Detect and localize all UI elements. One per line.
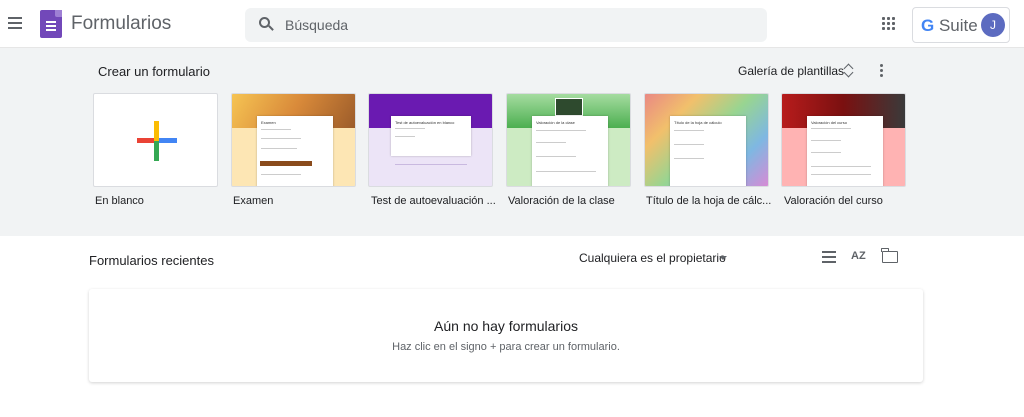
- template-preview: Examen: [257, 116, 333, 186]
- template-class-feedback[interactable]: Valoración de la clase: [506, 93, 631, 187]
- plus-icon: [137, 121, 177, 161]
- empty-state-title: Aún no hay formularios: [434, 318, 578, 334]
- empty-state-subtitle: Haz clic en el signo + para crear un for…: [392, 341, 620, 353]
- sort-az-icon[interactable]: AZ: [851, 250, 866, 262]
- template-label: Valoración de la clase: [508, 195, 615, 207]
- list-view-icon[interactable]: [822, 251, 836, 263]
- template-label: Valoración del curso: [784, 195, 883, 207]
- empty-state-card: Aún no hay formularios Haz clic en el si…: [89, 289, 923, 382]
- create-form-heading: Crear un formulario: [98, 64, 210, 79]
- folder-icon[interactable]: [881, 248, 898, 263]
- search-input[interactable]: [285, 15, 745, 35]
- template-label: Título de la hoja de cálc...: [646, 195, 771, 207]
- search-bar[interactable]: [245, 8, 767, 42]
- owner-filter-dropdown[interactable]: Cualquiera es el propietario: [579, 251, 726, 265]
- forms-logo-icon[interactable]: [40, 10, 62, 38]
- template-label: Test de autoevaluación ...: [371, 195, 496, 207]
- gsuite-logo: G Suite: [921, 16, 978, 35]
- template-self-assessment[interactable]: Test de autoevaluación en blanco: [368, 93, 493, 187]
- answer-bar: [260, 161, 312, 166]
- template-blank[interactable]: [93, 93, 218, 187]
- template-exam[interactable]: Examen: [231, 93, 356, 187]
- template-label: En blanco: [95, 195, 144, 207]
- dropdown-arrow-icon[interactable]: [719, 256, 727, 260]
- unfold-icon[interactable]: [843, 63, 854, 79]
- app-title[interactable]: Formularios: [71, 13, 171, 35]
- avatar[interactable]: J: [981, 13, 1005, 37]
- template-course-feedback[interactable]: Valoración del curso: [781, 93, 906, 187]
- template-spreadsheet-title[interactable]: Título de la hoja de cálculo: [644, 93, 769, 187]
- search-icon[interactable]: [259, 17, 274, 31]
- template-preview: Test de autoevaluación en blanco: [391, 116, 471, 156]
- hamburger-menu-icon[interactable]: [8, 14, 24, 34]
- template-preview: Valoración del curso: [807, 116, 883, 186]
- chalkboard-icon: [555, 98, 583, 116]
- template-preview: Título de la hoja de cálculo: [670, 116, 746, 186]
- top-bar: Formularios G Suite J: [0, 0, 1024, 48]
- template-gallery-button[interactable]: Galería de plantillas: [738, 64, 844, 78]
- template-label: Examen: [233, 195, 274, 207]
- account-button[interactable]: G Suite J: [912, 7, 1010, 43]
- more-vert-icon[interactable]: [880, 64, 884, 78]
- recent-forms-heading: Formularios recientes: [89, 253, 214, 268]
- google-apps-icon[interactable]: [882, 17, 896, 31]
- template-gallery: Crear un formulario Galería de plantilla…: [0, 48, 1024, 236]
- template-preview: Valoración de la clase: [532, 116, 608, 186]
